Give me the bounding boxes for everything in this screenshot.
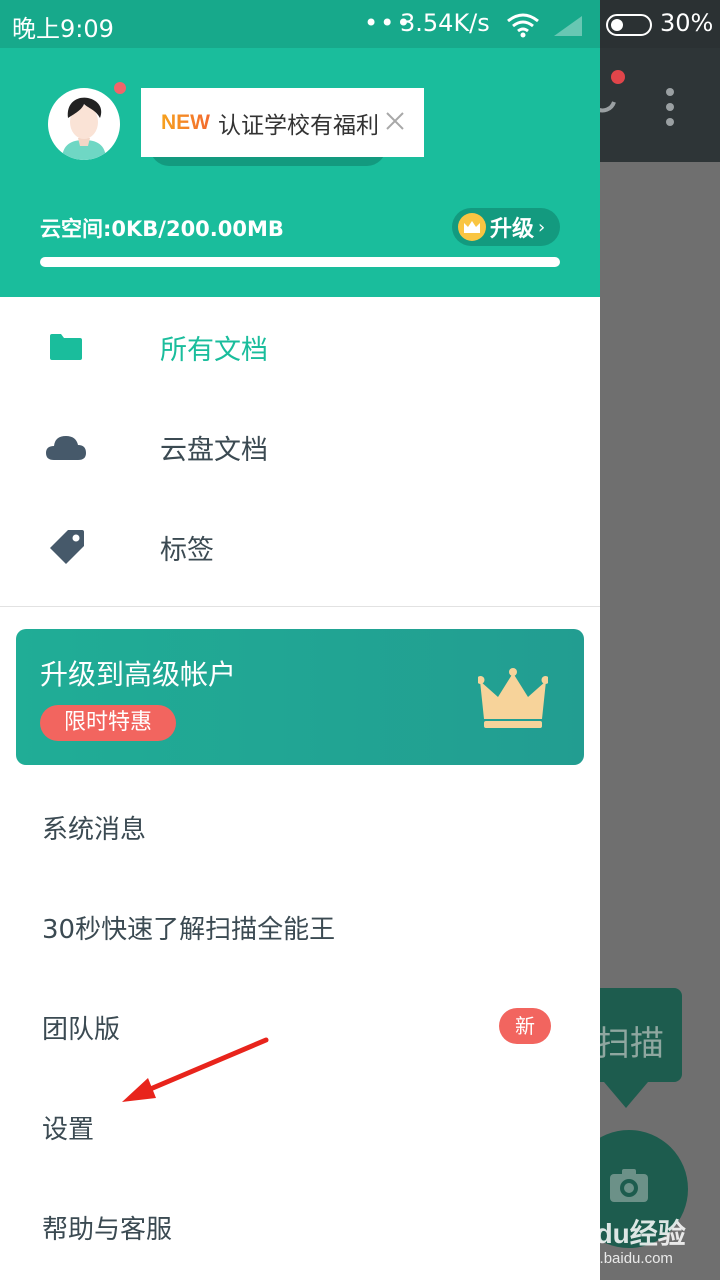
tag-icon xyxy=(50,530,84,564)
promo-text: 认证学校有福利 xyxy=(218,112,379,139)
promo-new-label: NEW xyxy=(161,110,210,134)
storage-usage-label: 云空间:0KB/200.00MB xyxy=(40,217,284,241)
cloud-icon xyxy=(46,436,86,460)
nav-item-all-documents[interactable]: 所有文档 xyxy=(0,297,600,397)
nav-item-label: 云盘文档 xyxy=(160,434,268,466)
camera-icon xyxy=(610,1169,648,1202)
close-icon[interactable] xyxy=(384,110,406,132)
upgrade-card-title: 升级到高级帐户 xyxy=(40,658,237,691)
status-bar: 晚上9:09 ••• 3.54K/s 30% xyxy=(0,0,720,48)
nav-item-label: 标签 xyxy=(160,534,214,566)
avatar-face-icon xyxy=(62,97,106,160)
scan-tooltip-label: 扫描 xyxy=(596,1024,664,1064)
watermark-url: jingyan.baidu.com xyxy=(552,1250,673,1267)
folder-icon xyxy=(50,334,82,360)
menu-item-settings[interactable]: 设置 xyxy=(42,1109,94,1146)
menu-item-help-support[interactable]: 帮助与客服 xyxy=(42,1209,172,1246)
signal-icon xyxy=(554,16,582,36)
wifi-icon xyxy=(507,13,539,38)
limited-offer-badge: 限时特惠 xyxy=(40,705,177,741)
menu-item-system-messages[interactable]: 系统消息 xyxy=(42,809,146,846)
menu-item-team-edition[interactable]: 团队版 xyxy=(42,1009,120,1046)
upgrade-label: 升级 xyxy=(490,217,535,242)
menu-item-quick-tour[interactable]: 30秒快速了解扫描全能王 xyxy=(42,909,335,946)
watermark: Baidu经验 jingyan.baidu.com xyxy=(552,1212,692,1268)
promo-tooltip[interactable]: NEW 认证学校有福利 xyxy=(141,88,424,157)
upgrade-button[interactable]: 升级 › xyxy=(452,208,560,246)
more-vert-icon xyxy=(664,88,676,126)
storage-progress-bar xyxy=(40,257,560,267)
background-toolbar xyxy=(600,48,720,162)
nav-item-tags[interactable]: 标签 xyxy=(0,497,600,597)
chevron-right-icon: › xyxy=(538,216,546,238)
battery-icon xyxy=(606,14,652,36)
new-badge: 新 xyxy=(499,1008,551,1044)
crown-icon xyxy=(478,668,548,728)
divider xyxy=(0,606,600,607)
upgrade-premium-card[interactable]: 升级到高级帐户 限时特惠 xyxy=(16,629,584,765)
avatar[interactable] xyxy=(48,88,120,160)
nav-item-label: 所有文档 xyxy=(160,334,268,366)
red-arrow-annotation xyxy=(122,1037,269,1102)
avatar-notification-dot xyxy=(112,80,128,96)
watermark-logo: Baidu经验 xyxy=(552,1218,686,1249)
nav-item-cloud-documents[interactable]: 云盘文档 xyxy=(0,397,600,497)
crown-icon xyxy=(458,213,486,241)
status-time: 晚上9:09 xyxy=(12,15,114,43)
notification-dot xyxy=(611,70,625,84)
battery-percent: 30% xyxy=(660,9,714,37)
network-speed: 3.54K/s xyxy=(400,9,490,37)
navigation-drawer: NEW 认证学校有福利 云空间:0KB/200.00MB 升级 › 所有文档 云… xyxy=(0,0,600,1280)
